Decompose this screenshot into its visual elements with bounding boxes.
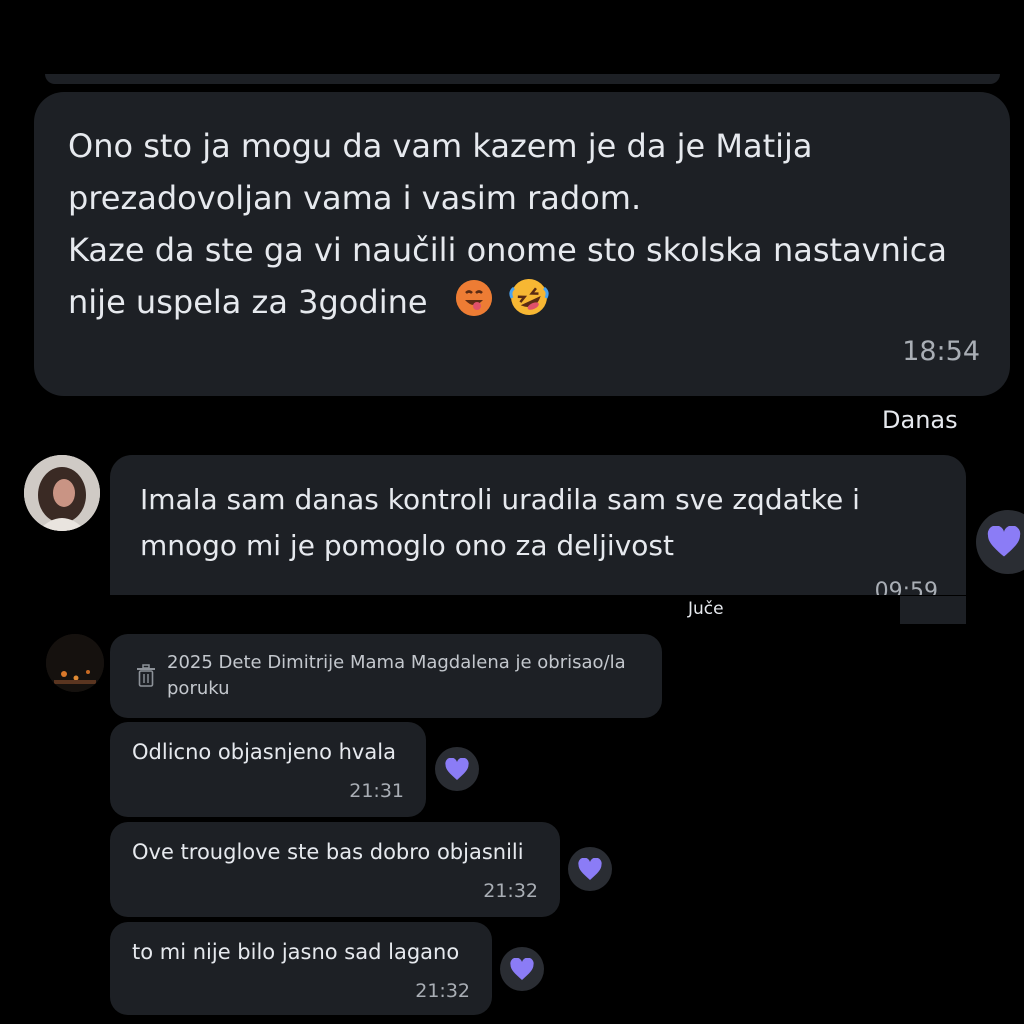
reaction-heart[interactable] (976, 510, 1024, 574)
crop-gap (110, 595, 966, 599)
reaction-heart[interactable] (500, 947, 544, 991)
trash-icon (136, 664, 156, 692)
message-text: Ove trouglove ste bas dobro objasnili (132, 840, 524, 864)
message-bubble[interactable]: Ove trouglove ste bas dobro objasnili 21… (110, 822, 560, 917)
message-time: 09:59 (874, 579, 938, 595)
message-bubble-large[interactable]: Ono sto ja mogu da vam kazem je da je Ma… (34, 92, 1010, 396)
message-time: 21:32 (415, 980, 470, 1002)
reaction-heart[interactable] (568, 847, 612, 891)
day-label-today: Danas (882, 406, 958, 434)
message-bubble-today[interactable]: Imala sam danas kontroli uradila sam sve… (110, 455, 966, 595)
previous-bubble-edge (45, 74, 1000, 84)
day-label-yesterday: Juče (688, 599, 724, 619)
message-text: to mi nije bilo jasno sad lagano (132, 940, 460, 964)
deleted-message-notice: 2025 Dete Dimitrije Mama Magdalena je ob… (110, 634, 662, 718)
bubble-cutoff (900, 596, 966, 624)
message-text: Imala sam danas kontroli uradila sam sve… (140, 483, 860, 562)
message-time: 18:54 (902, 336, 980, 367)
message-text: Odlicno objasnjeno hvala (132, 740, 396, 764)
purple-heart-icon (987, 526, 1021, 557)
avatar[interactable] (46, 634, 104, 692)
message-time: 21:32 (483, 880, 538, 902)
rolling-on-floor-laughing-emoji (508, 276, 550, 318)
avatar[interactable] (24, 455, 100, 531)
reaction-heart[interactable] (435, 747, 479, 791)
deleted-notice-text: 2025 Dete Dimitrije Mama Magdalena je ob… (167, 652, 626, 699)
purple-heart-icon (578, 857, 602, 880)
purple-heart-icon (510, 957, 534, 980)
message-bubble[interactable]: to mi nije bilo jasno sad lagano 21:32 (110, 922, 492, 1015)
purple-heart-icon (445, 757, 469, 780)
message-bubble[interactable]: Odlicno objasnjeno hvala 21:31 (110, 722, 426, 817)
face-with-tongue-emoji (454, 278, 494, 318)
message-time: 21:31 (349, 780, 404, 802)
